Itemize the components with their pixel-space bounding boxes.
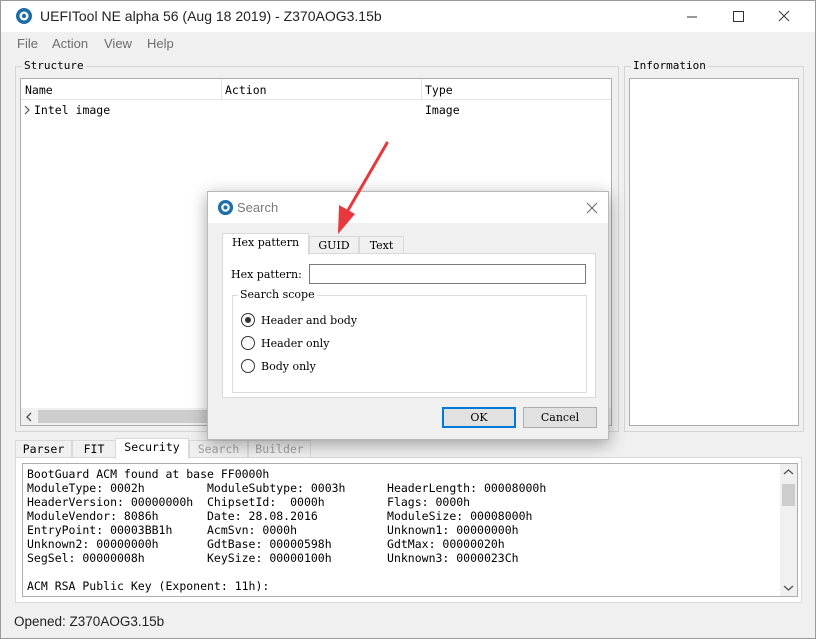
cancel-button[interactable]: Cancel: [523, 407, 597, 428]
hex-pattern-input[interactable]: [309, 264, 586, 284]
tab-parser[interactable]: Parser: [15, 440, 72, 458]
log-line: Unknown2: 00000000h GdtBase: 00000598h G…: [27, 537, 505, 551]
ok-button[interactable]: OK: [442, 407, 516, 428]
scroll-down-icon[interactable]: [783, 584, 794, 592]
radio-label[interactable]: Header and body: [261, 314, 357, 327]
log-line: BootGuard ACM found at base FF0000h: [27, 467, 270, 481]
close-button[interactable]: [761, 1, 807, 32]
menu-action[interactable]: Action: [52, 36, 88, 51]
close-icon: [778, 10, 790, 22]
log-line: ACM RSA Public Key (Exponent: 11h):: [27, 579, 270, 593]
app-icon: [217, 199, 234, 216]
status-bar: Opened: Z370AOG3.15b: [1, 608, 815, 638]
column-name[interactable]: Name: [25, 83, 53, 97]
column-separator: [421, 79, 422, 100]
radio-label[interactable]: Body only: [261, 360, 316, 373]
search-dialog: Search Hex pattern GUID Text Hex pattern…: [207, 191, 609, 440]
minimize-button[interactable]: [669, 1, 715, 32]
app-icon: [16, 8, 32, 24]
tab-security[interactable]: Security: [115, 438, 189, 459]
menu-help[interactable]: Help: [147, 36, 174, 51]
scroll-left-icon[interactable]: [25, 412, 33, 422]
title-bar: UEFITool NE alpha 56 (Aug 18 2019) - Z37…: [1, 1, 815, 32]
tab-search: Search: [189, 440, 248, 458]
column-type[interactable]: Type: [425, 83, 453, 97]
radio-body-only[interactable]: [241, 359, 255, 373]
structure-label: Structure: [22, 59, 86, 72]
search-scope-label: Search scope: [238, 288, 317, 301]
expand-arrow-icon[interactable]: [23, 105, 31, 115]
information-panel[interactable]: [629, 78, 799, 426]
log-line: SegSel: 00000008h KeySize: 00000100h Unk…: [27, 551, 519, 565]
close-icon[interactable]: [582, 198, 602, 218]
menu-file[interactable]: File: [17, 36, 38, 51]
tree-header: Name Action Type: [21, 79, 611, 100]
tab-fit[interactable]: FIT: [72, 440, 116, 458]
column-separator: [221, 79, 222, 100]
log-line: ModuleType: 0002h ModuleSubtype: 0003h H…: [27, 481, 547, 495]
hex-pattern-label: Hex pattern:: [231, 268, 302, 281]
maximize-icon: [733, 11, 744, 22]
dialog-title-bar: Search: [208, 192, 608, 223]
scroll-thumb[interactable]: [38, 410, 228, 423]
log-line: EntryPoint: 00003BB1h AcmSvn: 0000h Unkn…: [27, 523, 519, 537]
row-name: Intel image: [34, 103, 111, 117]
column-action[interactable]: Action: [225, 83, 267, 97]
scroll-up-icon[interactable]: [783, 468, 794, 476]
tab-builder: Builder: [248, 440, 311, 458]
window-title: UEFITool NE alpha 56 (Aug 18 2019) - Z37…: [40, 8, 382, 24]
row-type: Image: [425, 103, 460, 117]
security-panel: BootGuard ACM found at base FF0000h Modu…: [15, 457, 802, 603]
radio-header-and-body[interactable]: [241, 313, 255, 327]
log-line: HeaderVersion: 00000000h ChipsetId: 0000…: [27, 495, 471, 509]
radio-label[interactable]: Header only: [261, 337, 329, 350]
tab-text[interactable]: Text: [359, 236, 404, 254]
radio-header-only[interactable]: [241, 336, 255, 350]
menu-view[interactable]: View: [104, 36, 132, 51]
status-text: Opened: Z370AOG3.15b: [14, 614, 165, 629]
search-scope-group: Search scope Header and body Header only…: [232, 288, 587, 393]
tab-guid[interactable]: GUID: [309, 236, 359, 254]
menu-bar: File Action View Help: [1, 32, 815, 56]
tab-hex-pattern[interactable]: Hex pattern: [222, 233, 309, 255]
maximize-button[interactable]: [715, 1, 761, 32]
information-label: Information: [631, 59, 708, 72]
minimize-icon: [687, 16, 697, 18]
security-log[interactable]: BootGuard ACM found at base FF0000h Modu…: [22, 463, 798, 597]
vertical-scrollbar[interactable]: [780, 464, 797, 596]
dialog-title: Search: [237, 200, 279, 215]
tree-row[interactable]: Intel image Image: [21, 101, 611, 119]
hex-pattern-panel: Hex pattern: Search scope Header and bod…: [222, 253, 596, 398]
scroll-thumb[interactable]: [782, 484, 795, 506]
log-line: ModuleVendor: 8086h Date: 28.08.2016 Mod…: [27, 509, 533, 523]
